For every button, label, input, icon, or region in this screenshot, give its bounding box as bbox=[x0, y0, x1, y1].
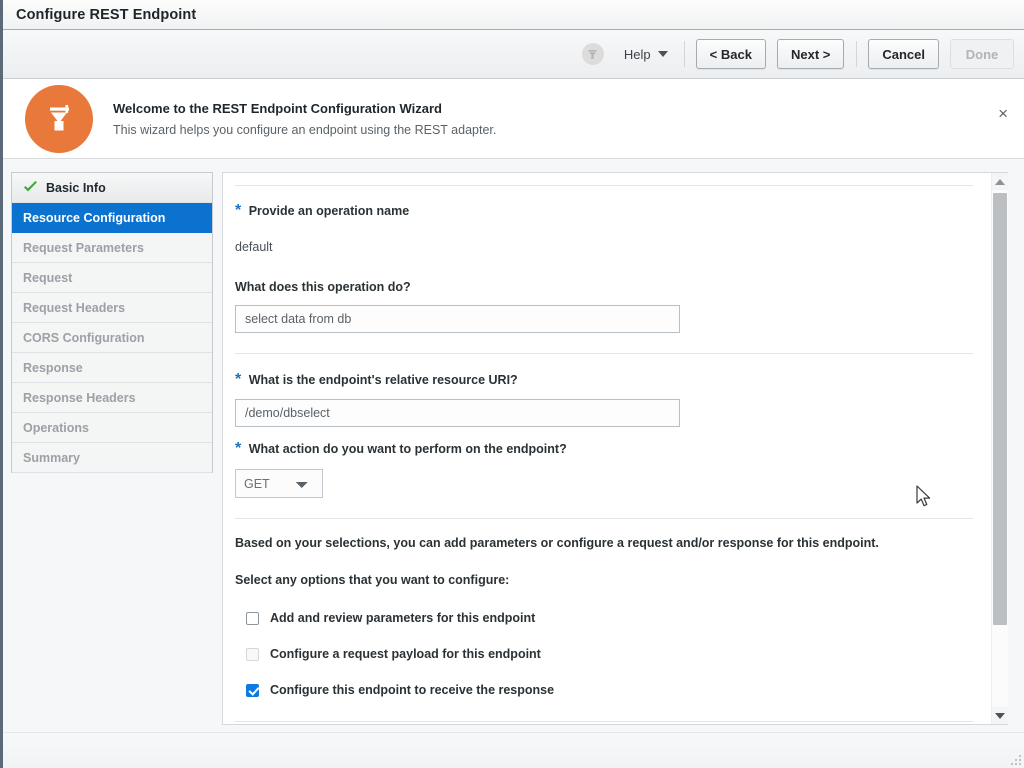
content-scrollbar[interactable] bbox=[991, 173, 1008, 724]
sidebar-item-basic-info[interactable]: Basic Info bbox=[12, 173, 212, 203]
sidebar-item-label: Resource Configuration bbox=[23, 210, 166, 225]
sidebar-item-cors-configuration[interactable]: CORS Configuration bbox=[12, 323, 212, 353]
divider-mid bbox=[235, 353, 973, 354]
based-on-selections-text: Based on your selections, you can add pa… bbox=[235, 536, 879, 550]
done-button: Done bbox=[950, 39, 1014, 69]
scrollbar-thumb[interactable] bbox=[992, 193, 1007, 625]
configure-rest-endpoint-window: Configure REST Endpoint Help < Back Next… bbox=[0, 0, 1024, 768]
window-title: Configure REST Endpoint bbox=[16, 6, 197, 23]
sidebar-item-label: Summary bbox=[23, 450, 80, 465]
operation-name-label-row: * Provide an operation name bbox=[235, 202, 973, 220]
checkbox-configure-request-payload bbox=[246, 647, 259, 661]
wizard-help-icon bbox=[581, 43, 604, 65]
option-row-request-payload: Configure a request payload for this end… bbox=[235, 647, 973, 661]
sidebar-item-request-parameters[interactable]: Request Parameters bbox=[12, 233, 212, 263]
action-label-row: * What action do you want to perform on … bbox=[235, 440, 973, 458]
wizard-body: Basic Info Resource Configuration Reques… bbox=[3, 159, 1024, 725]
option-label: Add and review parameters for this endpo… bbox=[270, 611, 536, 625]
sidebar-item-label: Response Headers bbox=[23, 390, 136, 405]
window-title-bar: Configure REST Endpoint bbox=[3, 0, 1024, 30]
help-label: Help bbox=[623, 46, 651, 62]
select-options-text: Select any options that you want to conf… bbox=[235, 573, 510, 587]
sidebar-item-label: Response bbox=[23, 360, 83, 375]
operation-name-value: default bbox=[235, 240, 273, 254]
action-label: What action do you want to perform on th… bbox=[248, 442, 567, 456]
sidebar-item-label: Request Headers bbox=[23, 300, 126, 315]
divider-headers bbox=[235, 721, 973, 722]
sidebar-item-resource-configuration[interactable]: Resource Configuration bbox=[12, 203, 212, 233]
wizard-step-sidebar: Basic Info Resource Configuration Reques… bbox=[11, 172, 213, 473]
rest-wizard-logo-icon bbox=[25, 84, 93, 153]
sidebar-item-label: Request Parameters bbox=[23, 240, 144, 255]
chevron-down-icon bbox=[657, 51, 668, 57]
green-check-icon bbox=[23, 181, 38, 194]
welcome-title: Welcome to the REST Endpoint Configurati… bbox=[113, 100, 442, 116]
close-icon[interactable]: × bbox=[998, 105, 1008, 122]
required-asterisk: * bbox=[235, 371, 242, 388]
checkbox-add-parameters[interactable] bbox=[246, 611, 259, 625]
wizard-toolbar: Help < Back Next > Cancel Done bbox=[3, 30, 1024, 79]
welcome-banner: Welcome to the REST Endpoint Configurati… bbox=[3, 79, 1024, 159]
scroll-down-arrow-icon[interactable] bbox=[991, 707, 1008, 724]
uri-label-row: * What is the endpoint's relative resour… bbox=[235, 371, 973, 389]
uri-input[interactable] bbox=[235, 399, 680, 427]
sidebar-item-operations[interactable]: Operations bbox=[12, 413, 212, 443]
toolbar-divider bbox=[856, 41, 858, 67]
sidebar-item-label: Basic Info bbox=[46, 180, 106, 195]
sidebar-item-label: Request bbox=[23, 270, 73, 285]
help-menu[interactable]: Help bbox=[581, 41, 685, 67]
sidebar-item-label: CORS Configuration bbox=[23, 330, 145, 345]
sidebar-item-request[interactable]: Request bbox=[12, 263, 212, 293]
resize-grip[interactable] bbox=[1009, 753, 1021, 765]
option-label: Configure this endpoint to receive the r… bbox=[270, 683, 555, 697]
next-button[interactable]: Next > bbox=[776, 39, 845, 69]
option-label: Configure a request payload for this end… bbox=[270, 647, 541, 661]
scrollbar-track[interactable] bbox=[991, 190, 1008, 707]
sidebar-item-request-headers[interactable]: Request Headers bbox=[12, 293, 212, 323]
resource-configuration-form: * Provide an operation name default What… bbox=[223, 173, 991, 724]
divider-lower bbox=[235, 518, 973, 519]
http-action-select[interactable]: GETPOSTPUTDELETEPATCH bbox=[235, 469, 323, 498]
back-button[interactable]: < Back bbox=[695, 39, 766, 69]
wizard-content-panel: * Provide an operation name default What… bbox=[222, 172, 1008, 725]
divider-top bbox=[235, 185, 973, 186]
operation-description-input[interactable] bbox=[235, 305, 680, 333]
required-asterisk: * bbox=[235, 202, 242, 219]
option-row-receive-response: Configure this endpoint to receive the r… bbox=[235, 683, 973, 697]
required-asterisk: * bbox=[235, 440, 242, 457]
welcome-text-block: Welcome to the REST Endpoint Configurati… bbox=[113, 101, 496, 137]
sidebar-item-response[interactable]: Response bbox=[12, 353, 212, 383]
window-footer bbox=[3, 732, 1024, 768]
operation-description-label: What does this operation do? bbox=[235, 280, 411, 294]
uri-label: What is the endpoint's relative resource… bbox=[248, 373, 518, 387]
cancel-button[interactable]: Cancel bbox=[868, 39, 939, 69]
sidebar-item-response-headers[interactable]: Response Headers bbox=[12, 383, 212, 413]
welcome-subtitle: This wizard helps you configure an endpo… bbox=[113, 122, 497, 137]
sidebar-item-label: Operations bbox=[23, 420, 89, 435]
option-row-parameters: Add and review parameters for this endpo… bbox=[235, 611, 973, 625]
sidebar-item-summary[interactable]: Summary bbox=[12, 443, 212, 473]
checkbox-receive-response[interactable] bbox=[246, 683, 259, 697]
scroll-up-arrow-icon[interactable] bbox=[991, 173, 1008, 190]
operation-name-label: Provide an operation name bbox=[248, 204, 410, 218]
